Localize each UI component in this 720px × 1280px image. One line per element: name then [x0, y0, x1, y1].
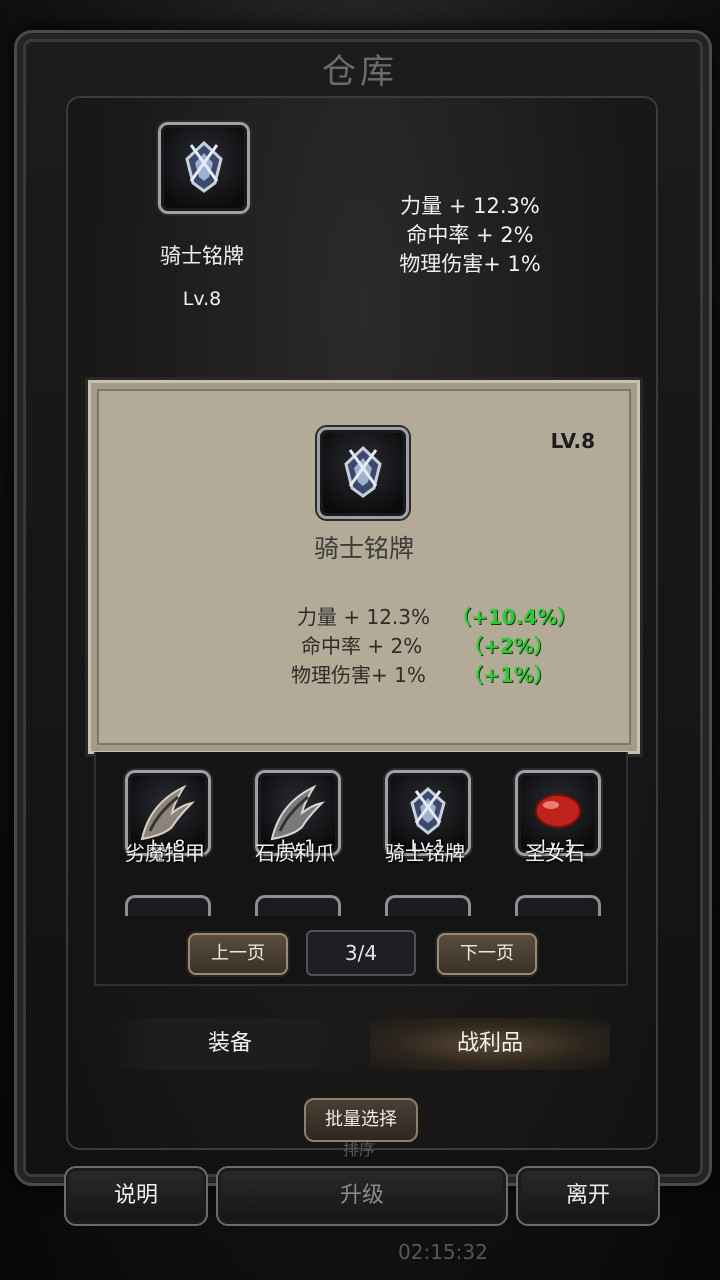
- tab-equipment[interactable]: 装备: [110, 1018, 350, 1070]
- selected-item-slot[interactable]: [158, 122, 250, 214]
- detail-item-slot: [317, 427, 409, 519]
- detail-stat: 物理伤害+ 1%: [291, 663, 426, 687]
- selected-item-level: Lv.8: [182, 288, 222, 310]
- page-indicator: 3/4: [306, 930, 416, 976]
- selected-item-name: 骑士铭牌: [160, 244, 244, 268]
- batch-select-button[interactable]: 批量选择: [304, 1098, 418, 1142]
- stat-line: 命中率 + 2%: [406, 223, 534, 247]
- item-name: 骑士铭牌: [385, 841, 465, 865]
- item-name: 劣魔指甲: [125, 841, 205, 865]
- stat-line: 力量 + 12.3%: [400, 194, 540, 218]
- emblem-icon: [185, 140, 223, 193]
- leave-button[interactable]: 离开: [516, 1166, 660, 1226]
- selected-item-stats: 力量 + 12.3% 命中率 + 2% 物理伤害+ 1%: [360, 192, 580, 279]
- emblem-icon: [344, 445, 382, 498]
- item-name: 圣女石: [525, 841, 585, 865]
- detail-bonus: （+1%）: [463, 663, 554, 687]
- detail-bonus: （+2%）: [463, 634, 554, 658]
- window-title: 仓库: [322, 52, 398, 92]
- prev-page-button[interactable]: 上一页: [188, 933, 288, 975]
- next-page-button[interactable]: 下一页: [437, 933, 537, 975]
- detail-level: LV.8: [550, 429, 595, 453]
- stat-line: 物理伤害+ 1%: [399, 252, 541, 276]
- upgrade-button[interactable]: 升级: [216, 1166, 508, 1226]
- detail-stat: 命中率 + 2%: [301, 634, 423, 658]
- detail-stat: 力量 + 12.3%: [297, 605, 431, 629]
- detail-item-name: 骑士铭牌: [313, 534, 414, 563]
- help-button[interactable]: 说明: [64, 1166, 208, 1226]
- tab-loot[interactable]: 战利品: [370, 1018, 610, 1070]
- item-name: 石质利爪: [255, 841, 335, 865]
- detail-bonus: （+10.4%）: [451, 605, 578, 629]
- item-detail-panel: LV.8 骑士铭牌 力量 + 12.3% 命中率 + 2% 物理伤害+ 1% （…: [88, 380, 640, 754]
- clock-readout: 02:15:32: [398, 1240, 488, 1264]
